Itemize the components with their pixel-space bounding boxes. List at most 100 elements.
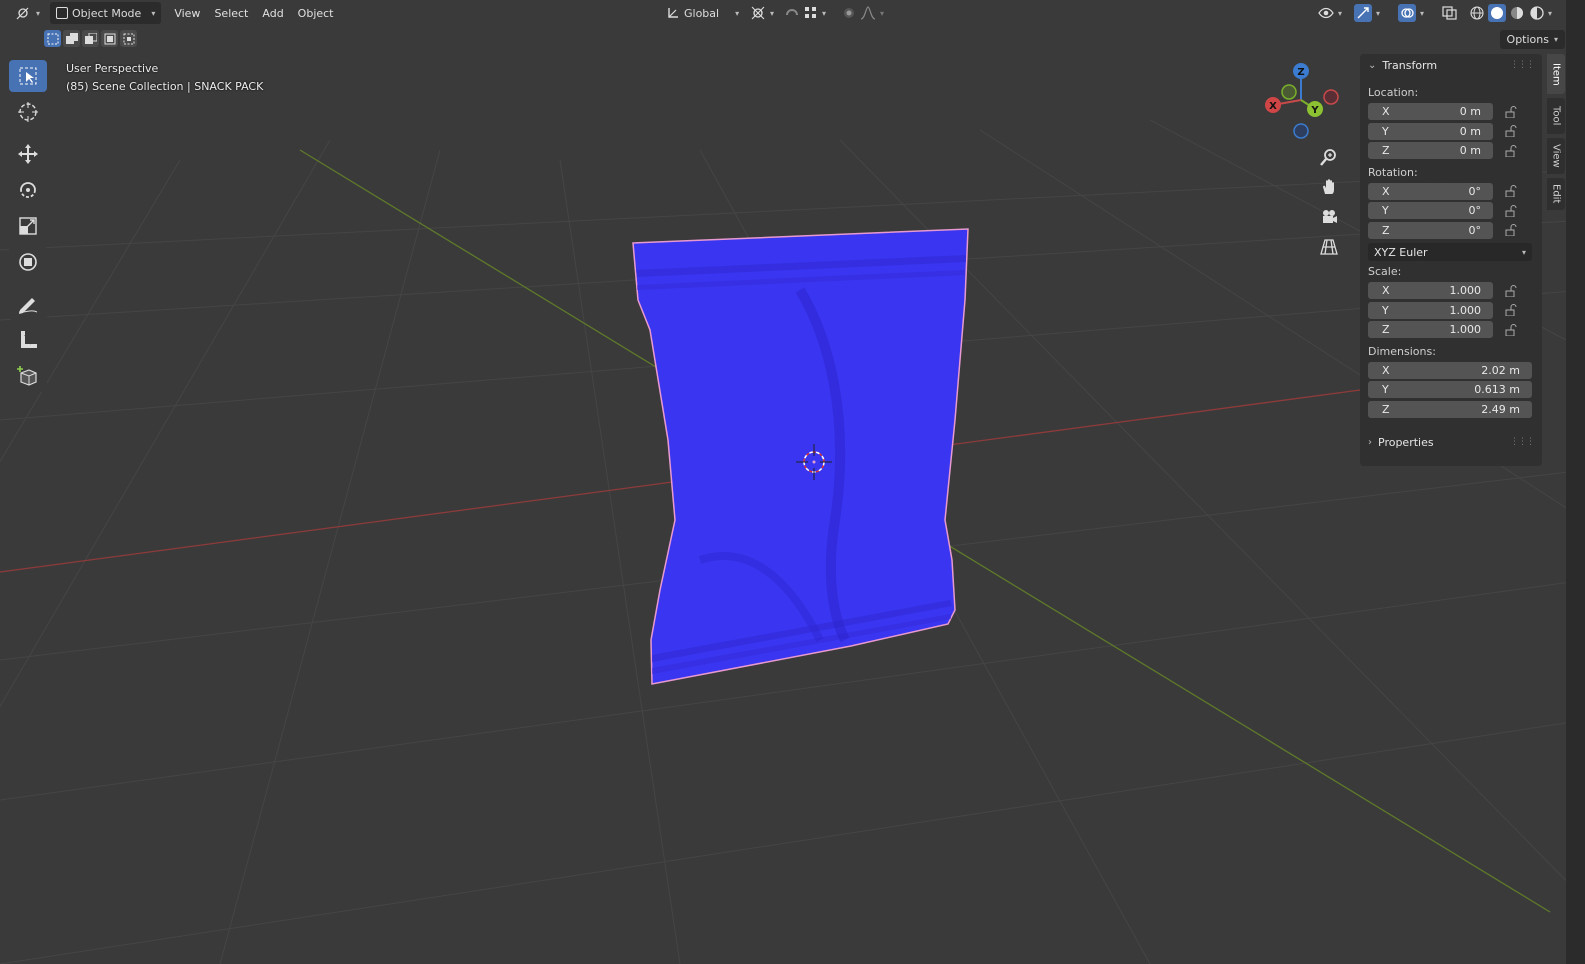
drag-grip-icon[interactable]: ⋮⋮⋮	[1510, 60, 1535, 70]
xray-toggle[interactable]	[1436, 2, 1464, 24]
overlays-toggle[interactable]: ▾	[1392, 2, 1430, 24]
tool-select-box[interactable]	[9, 60, 47, 92]
location-z-field[interactable]: Z 0 m	[1368, 142, 1493, 160]
sidebar-tabs: Item Tool View Edit	[1547, 54, 1565, 214]
scale-x-field[interactable]: X 1.000	[1368, 282, 1493, 300]
lock-icon[interactable]	[1503, 323, 1519, 337]
lock-icon[interactable]	[1503, 184, 1519, 198]
visibility-selector[interactable]: ▾	[1312, 2, 1348, 24]
perspective-toggle-button[interactable]	[1316, 234, 1342, 260]
scale-z-field[interactable]: Z 1.000	[1368, 321, 1493, 339]
tool-cursor[interactable]	[9, 96, 47, 128]
transform-orientation-selector[interactable]: Global ▾	[660, 2, 745, 24]
field-value: 0°	[1468, 184, 1482, 198]
select-intersect-button[interactable]	[120, 30, 137, 47]
select-extend-icon	[65, 32, 78, 44]
lock-icon[interactable]	[1503, 105, 1519, 119]
grid-perspective-icon	[1320, 239, 1338, 255]
tab-edit[interactable]: Edit	[1547, 178, 1565, 210]
material-preview-icon[interactable]	[1508, 5, 1526, 21]
rotation-y-field[interactable]: Y 0°	[1368, 202, 1493, 220]
rotation-x-field[interactable]: X 0°	[1368, 182, 1493, 200]
location-label: Location:	[1368, 86, 1419, 99]
editor-type-button[interactable]: ▾	[10, 2, 46, 24]
snap-toggle[interactable]: ▾	[778, 2, 832, 24]
transform-icon	[19, 253, 37, 271]
axis-label: Y	[1382, 204, 1389, 218]
lock-icon[interactable]	[1503, 204, 1519, 218]
rotation-mode-value: XYZ Euler	[1374, 245, 1428, 259]
rotation-y-row: Y 0°	[1360, 201, 1542, 221]
axis-label: Z	[1382, 144, 1390, 158]
location-y-field[interactable]: Y 0 m	[1368, 122, 1493, 140]
properties-panel-header[interactable]: › Properties ⋮⋮⋮	[1360, 431, 1542, 453]
select-subtract-button[interactable]	[82, 30, 99, 47]
tool-rotate[interactable]	[9, 174, 47, 206]
tab-label: Tool	[1550, 106, 1562, 126]
field-value: 2.02 m	[1481, 363, 1520, 377]
lock-icon[interactable]	[1503, 124, 1519, 138]
properties-title: Properties	[1378, 435, 1434, 449]
lock-icon[interactable]	[1503, 223, 1519, 237]
pivot-point-button[interactable]: ▾	[744, 2, 780, 24]
tool-move[interactable]	[9, 138, 47, 170]
dimensions-y-field[interactable]: Y 0.613 m	[1368, 381, 1532, 399]
orientation-global-icon	[668, 8, 678, 18]
proportional-editing-toggle[interactable]: ▾	[836, 2, 890, 24]
drag-grip-icon[interactable]: ⋮⋮⋮	[1510, 437, 1535, 447]
collection-info: (85) Scene Collection | SNACK PACK	[66, 80, 264, 93]
lock-icon[interactable]	[1503, 144, 1519, 158]
menu-object[interactable]: Object	[291, 2, 341, 24]
tab-view[interactable]: View	[1547, 138, 1565, 174]
pan-button[interactable]	[1316, 174, 1342, 200]
transform-panel-header[interactable]: ⌄ Transform ⋮⋮⋮	[1360, 54, 1542, 76]
gizmo-toggle[interactable]: ▾	[1348, 2, 1386, 24]
scale-y-field[interactable]: Y 1.000	[1368, 301, 1493, 319]
chevron-down-icon: ⌄	[1368, 59, 1377, 71]
tab-label: Edit	[1550, 184, 1562, 204]
solid-shading-icon	[1491, 7, 1503, 19]
select-invert-button[interactable]	[101, 30, 118, 47]
lock-icon[interactable]	[1503, 303, 1519, 317]
menu-select[interactable]: Select	[207, 2, 255, 24]
camera-view-button[interactable]	[1316, 204, 1342, 230]
tab-item[interactable]: Item	[1547, 54, 1565, 94]
neg-x-axis-handle	[1323, 89, 1339, 105]
lock-icon[interactable]	[1503, 284, 1519, 298]
chevron-down-icon[interactable]: ▾	[1548, 9, 1552, 18]
menu-view[interactable]: View	[167, 2, 207, 24]
field-value: 0 m	[1459, 144, 1481, 158]
tab-tool[interactable]: Tool	[1547, 98, 1565, 134]
rendered-shading-icon[interactable]	[1528, 5, 1546, 21]
tool-add-cube[interactable]	[9, 360, 47, 392]
tool-annotate[interactable]	[9, 288, 47, 320]
menu-add[interactable]: Add	[255, 2, 290, 24]
snap-magnet-icon	[786, 9, 798, 16]
tool-transform[interactable]	[9, 246, 47, 278]
navigation-gizmo[interactable]: Z X Y	[1262, 62, 1342, 142]
tool-scale[interactable]	[9, 210, 47, 242]
rotation-mode-dropdown[interactable]: XYZ Euler ▾	[1368, 243, 1532, 261]
options-dropdown[interactable]: Options ▾	[1499, 30, 1565, 49]
dimensions-z-field[interactable]: Z 2.49 m	[1368, 400, 1532, 418]
wireframe-shading-icon[interactable]	[1468, 5, 1486, 21]
tool-measure[interactable]	[9, 324, 47, 356]
select-extend-button[interactable]	[63, 30, 80, 47]
location-x-field[interactable]: X 0 m	[1368, 103, 1493, 121]
chevron-down-icon: ▾	[151, 8, 156, 18]
solid-shading-button[interactable]	[1488, 4, 1506, 22]
dimensions-x-field[interactable]: X 2.02 m	[1368, 361, 1532, 379]
neg-y-axis-handle	[1281, 84, 1297, 100]
dimensions-x-row: X 2.02 m	[1360, 361, 1542, 381]
move-icon	[18, 144, 38, 164]
field-value: 0.613 m	[1474, 383, 1520, 397]
select-invert-icon	[104, 33, 115, 44]
gizmo-icon	[1354, 4, 1372, 22]
3d-viewport[interactable]	[0, 0, 1585, 964]
rotation-mode-row: XYZ Euler ▾	[1360, 243, 1542, 261]
rotation-z-field[interactable]: Z 0°	[1368, 221, 1493, 239]
mode-selector[interactable]: Object Mode ▾	[50, 2, 162, 24]
select-new-button[interactable]	[44, 30, 61, 47]
viewport-header: ▾ Object Mode ▾ View Select Add Object G…	[0, 0, 1585, 26]
zoom-button[interactable]	[1316, 144, 1342, 170]
